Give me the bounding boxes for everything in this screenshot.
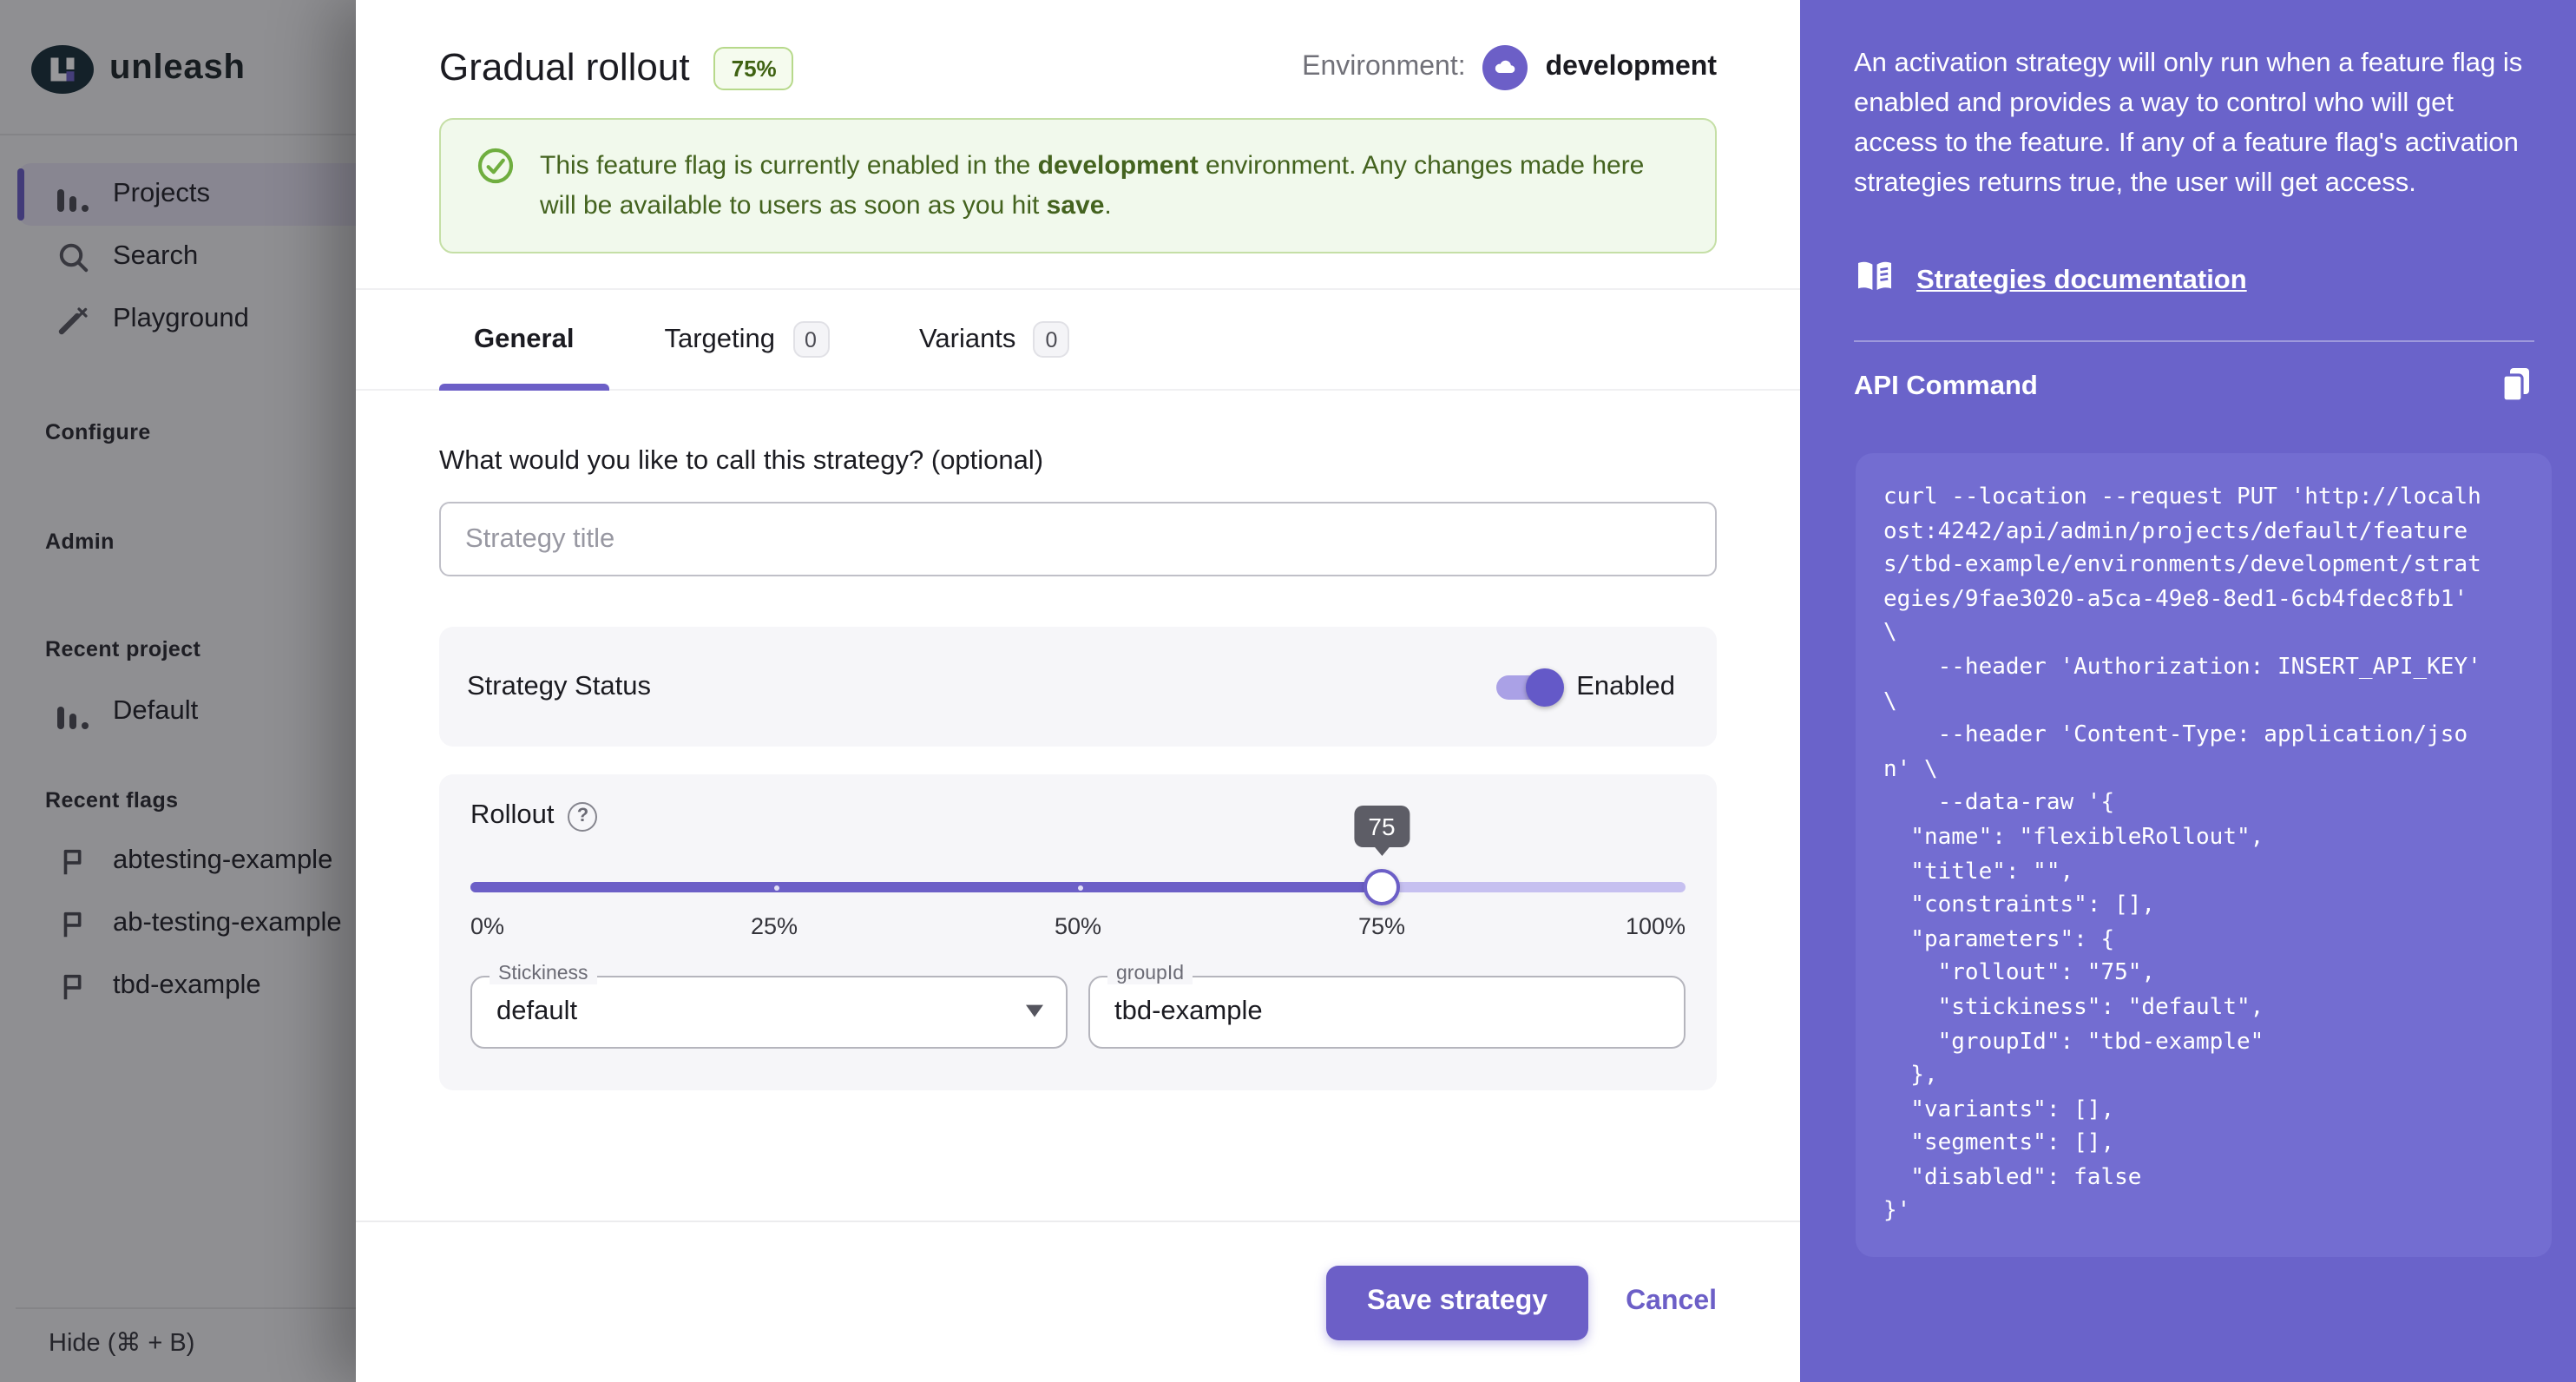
groupid-label: groupId [1107, 964, 1193, 984]
cancel-button[interactable]: Cancel [1626, 1287, 1717, 1318]
strategy-tabs: General Targeting 0 Variants 0 [356, 290, 1800, 391]
modal-header: Gradual rollout 75% Environment: develop… [356, 0, 1800, 290]
api-command-heading: API Command [1854, 372, 2038, 403]
strategy-status-label: Strategy Status [467, 671, 651, 702]
tab-label: Targeting [664, 324, 775, 355]
tab-variants[interactable]: Variants 0 [884, 290, 1104, 389]
page-title: Gradual rollout [439, 45, 690, 90]
slider-fill [470, 882, 1382, 892]
enabled-info-alert: This feature flag is currently enabled i… [439, 118, 1717, 253]
strategy-status-value: Enabled [1576, 671, 1675, 702]
modal-footer: Save strategy Cancel [356, 1221, 1800, 1382]
save-strategy-button[interactable]: Save strategy [1327, 1265, 1587, 1339]
rollout-slider[interactable]: 75 0% 25% 50% 75% 100% [470, 837, 1686, 941]
stickiness-label: Stickiness [490, 964, 597, 984]
rollout-help-icon[interactable]: ? [568, 801, 598, 831]
rollout-panel: Rollout ? 75 0% 25% 50% [439, 774, 1717, 1090]
tab-count-badge: 0 [1033, 321, 1069, 358]
curl-command: curl --location --request PUT 'http://lo… [1883, 481, 2524, 1229]
book-icon [1854, 257, 1896, 304]
slider-thumb[interactable] [1364, 869, 1400, 905]
tab-count-badge: 0 [792, 321, 829, 358]
alert-text: This feature flag is currently enabled i… [540, 146, 1680, 226]
copy-command-button[interactable] [2496, 365, 2534, 410]
strategy-status-toggle[interactable] [1493, 666, 1562, 707]
slider-mark-50 [1078, 885, 1083, 891]
rollout-percentage-badge: 75% [714, 46, 794, 89]
tab-targeting[interactable]: Targeting 0 [629, 290, 864, 389]
strategy-status-panel: Strategy Status Enabled [439, 627, 1717, 747]
chevron-down-icon [1026, 1005, 1043, 1026]
tab-general[interactable]: General [439, 290, 608, 389]
strategy-help-panel: An activation strategy will only run whe… [1800, 0, 2576, 1382]
strategy-form: Gradual rollout 75% Environment: develop… [356, 0, 1800, 1382]
rollout-label: Rollout [470, 800, 555, 832]
tick-label: 75% [1358, 913, 1405, 939]
tab-label: General [474, 324, 574, 355]
strategy-title-question: What would you like to call this strateg… [439, 446, 1717, 477]
environment-value: development [1546, 52, 1717, 83]
slider-mark-25 [774, 885, 779, 891]
strategies-documentation-link[interactable]: Strategies documentation [1916, 265, 2247, 296]
slider-value-tooltip: 75 [1354, 806, 1409, 847]
tick-label: 50% [1055, 913, 1101, 939]
strategy-description: An activation strategy will only run whe… [1854, 43, 2534, 203]
groupid-input[interactable] [1114, 997, 1659, 1028]
stickiness-value: default [496, 997, 1042, 1028]
cloud-icon [1483, 45, 1528, 90]
general-tab-content: What would you like to call this strateg… [356, 391, 1800, 1090]
strategy-title-input[interactable] [439, 502, 1717, 576]
api-command-code: curl --location --request PUT 'http://lo… [1856, 453, 2552, 1257]
stickiness-select[interactable]: Stickiness default [470, 976, 1068, 1049]
edit-strategy-modal: Gradual rollout 75% Environment: develop… [356, 0, 2576, 1382]
environment-chip: Environment: development [1302, 45, 1717, 90]
environment-label: Environment: [1302, 52, 1466, 83]
groupid-field: groupId [1088, 976, 1686, 1049]
tick-label: 25% [751, 913, 798, 939]
check-circle-icon [476, 146, 516, 194]
modal-backdrop[interactable] [0, 0, 356, 1382]
tab-label: Variants [919, 324, 1015, 355]
tick-label: 0% [470, 913, 504, 939]
tick-label: 100% [1626, 913, 1686, 939]
